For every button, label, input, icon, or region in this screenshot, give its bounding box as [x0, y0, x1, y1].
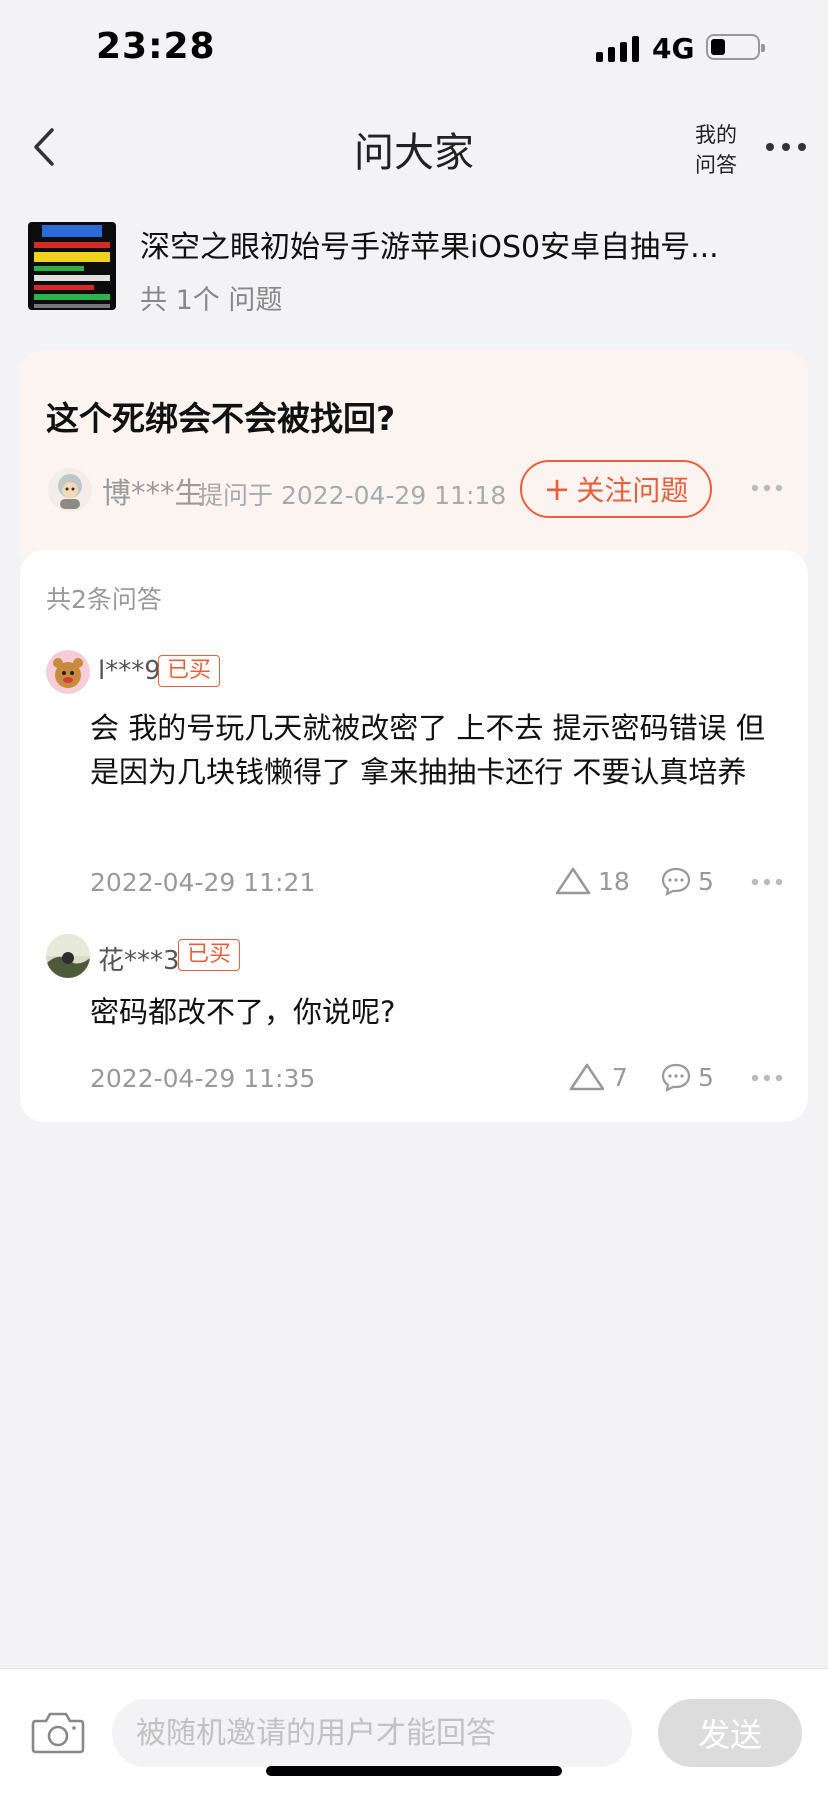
status-bar: 23:28 4G — [0, 0, 828, 100]
status-time: 23:28 — [96, 26, 216, 67]
my-questions-line2: 问答 — [695, 153, 737, 177]
answer-username: 花***3 — [98, 946, 180, 976]
answer-text: 会 我的号玩几天就被改密了 上不去 提示密码错误 但是因为几块钱懒得了 拿来抽抽… — [90, 711, 765, 789]
answer-time: 2022-04-29 11:21 — [90, 868, 316, 897]
question-title: 这个死绑会不会被找回? — [46, 399, 396, 438]
cellular-signal-icon — [596, 36, 639, 62]
like-count: 7 — [612, 1062, 628, 1092]
comment-button[interactable]: 5 — [660, 1062, 714, 1092]
bought-badge: 已买 — [158, 655, 221, 687]
comment-count: 5 — [698, 1062, 714, 1092]
comment-count: 5 — [698, 866, 714, 896]
comment-bubble-icon — [661, 867, 691, 896]
follow-question-label: 关注问题 — [576, 474, 689, 507]
product-title: 深空之眼初始号手游苹果iOS0安卓自抽号... — [140, 230, 719, 265]
question-count: 共 1个 问题 — [140, 285, 283, 316]
asker-name: 博***生 — [102, 476, 204, 510]
like-button[interactable]: 7 — [568, 1062, 628, 1092]
more-options-icon[interactable] — [764, 140, 808, 154]
answer-username: l***9 — [98, 656, 161, 686]
ask-time: 提问于 2022-04-29 11:18 — [198, 481, 507, 510]
send-button[interactable]: 发送 — [658, 1699, 802, 1767]
answer-more-icon[interactable] — [750, 1073, 784, 1083]
follow-question-button[interactable]: + 关注问题 — [520, 460, 712, 518]
answer-avatar — [46, 934, 90, 978]
camera-icon[interactable] — [30, 1709, 86, 1755]
asker-avatar — [48, 468, 92, 512]
like-triangle-icon — [555, 867, 591, 895]
question-more-icon[interactable] — [750, 483, 784, 493]
my-questions-line1: 我的 — [695, 123, 737, 147]
answer-input[interactable] — [112, 1699, 632, 1767]
bought-badge: 已买 — [178, 939, 241, 971]
battery-icon — [706, 34, 765, 60]
comment-bubble-icon — [661, 1063, 691, 1092]
plus-icon: + — [543, 470, 571, 508]
product-thumbnail — [28, 222, 116, 310]
question-card: 这个死绑会不会被找回? 博***生 提问于 2022-04-29 11:18 +… — [20, 350, 808, 570]
nav-bar: 问大家 我的 问答 — [0, 100, 828, 194]
answer-text: 密码都改不了，你说呢? — [90, 995, 396, 1029]
comment-button[interactable]: 5 — [660, 866, 714, 896]
like-button[interactable]: 18 — [554, 866, 630, 896]
answers-card: 共2条问答 l***9 已买 会 我的号玩几天就被改密了 上不去 提示密码错误 … — [20, 550, 808, 1122]
answer-avatar — [46, 650, 90, 694]
answers-count: 共2条问答 — [46, 585, 162, 614]
network-type: 4G — [652, 32, 695, 65]
like-count: 18 — [598, 866, 630, 896]
answer-time: 2022-04-29 11:35 — [90, 1064, 316, 1093]
my-questions-link[interactable]: 我的 问答 — [688, 120, 744, 180]
home-indicator — [266, 1766, 562, 1776]
like-triangle-icon — [569, 1063, 605, 1091]
product-summary[interactable]: 深空之眼初始号手游苹果iOS0安卓自抽号... 共 1个 问题 — [28, 222, 808, 316]
answer-more-icon[interactable] — [750, 877, 784, 887]
